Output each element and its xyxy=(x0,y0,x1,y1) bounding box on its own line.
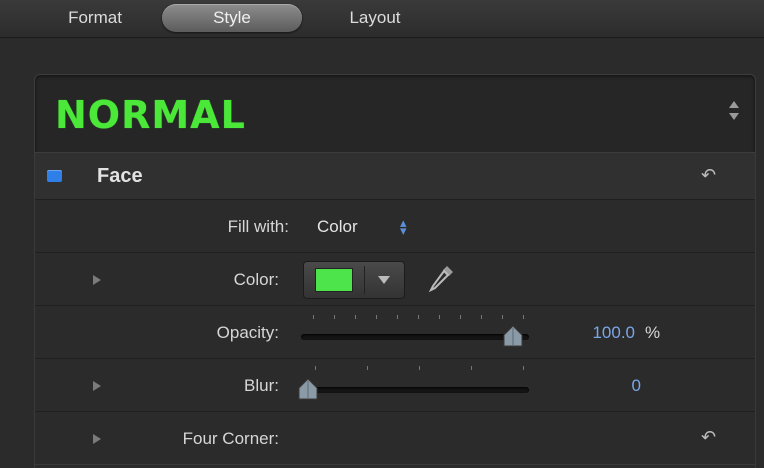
opacity-unit: % xyxy=(645,323,661,342)
style-preset-name: NORMAL xyxy=(55,93,246,137)
opacity-value[interactable]: 100.0 xyxy=(535,323,635,343)
tab-layout[interactable]: Layout xyxy=(325,4,425,32)
face-section-title: Face xyxy=(97,165,143,187)
color-well[interactable] xyxy=(303,261,405,299)
opacity-ticks xyxy=(313,315,525,321)
face-enable-checkbox[interactable] xyxy=(47,170,62,182)
reset-arrow-icon[interactable]: ↶ xyxy=(701,427,716,448)
color-label: Color: xyxy=(233,270,279,289)
face-section: Face ↶ Fill with: Color ▴ ▾ Color: Opaci… xyxy=(34,152,756,468)
blur-value[interactable]: 0 xyxy=(535,376,641,396)
blur-slider-thumb[interactable] xyxy=(297,378,319,400)
color-swatch xyxy=(315,268,353,292)
inspector-tab-bar: Format Style Layout xyxy=(0,0,764,38)
four-corner-label: Four Corner: xyxy=(182,429,279,448)
blur-ticks xyxy=(315,366,525,372)
blur-row: Blur: 0 xyxy=(35,360,755,412)
blur-slider[interactable] xyxy=(301,387,529,393)
fill-with-label: Fill with: xyxy=(227,217,289,236)
up-down-arrows-icon[interactable] xyxy=(727,95,741,129)
chevron-down-icon xyxy=(378,276,390,284)
fill-with-row: Fill with: Color ▴ ▾ xyxy=(35,201,755,253)
opacity-slider-thumb[interactable] xyxy=(502,325,524,347)
opacity-label: Opacity: xyxy=(216,323,279,342)
four-corner-row: Four Corner: ↶ xyxy=(35,413,755,465)
tab-format[interactable]: Format xyxy=(45,4,145,32)
opacity-slider[interactable] xyxy=(301,334,529,340)
fill-with-popup[interactable]: Color xyxy=(317,217,358,237)
popup-arrows-icon[interactable]: ▴ ▾ xyxy=(400,216,407,237)
opacity-row: Opacity: 100.0 % xyxy=(35,307,755,359)
style-inspector-panel: NORMAL Face ↶ Fill with: Color ▴ ▾ Color: xyxy=(0,39,764,468)
reset-arrow-icon[interactable]: ↶ xyxy=(701,165,716,186)
tab-style[interactable]: Style xyxy=(162,4,302,32)
face-section-header: Face ↶ xyxy=(35,152,755,200)
eyedropper-icon[interactable] xyxy=(427,264,455,294)
color-row: Color: xyxy=(35,254,755,306)
blur-label: Blur: xyxy=(244,376,279,395)
